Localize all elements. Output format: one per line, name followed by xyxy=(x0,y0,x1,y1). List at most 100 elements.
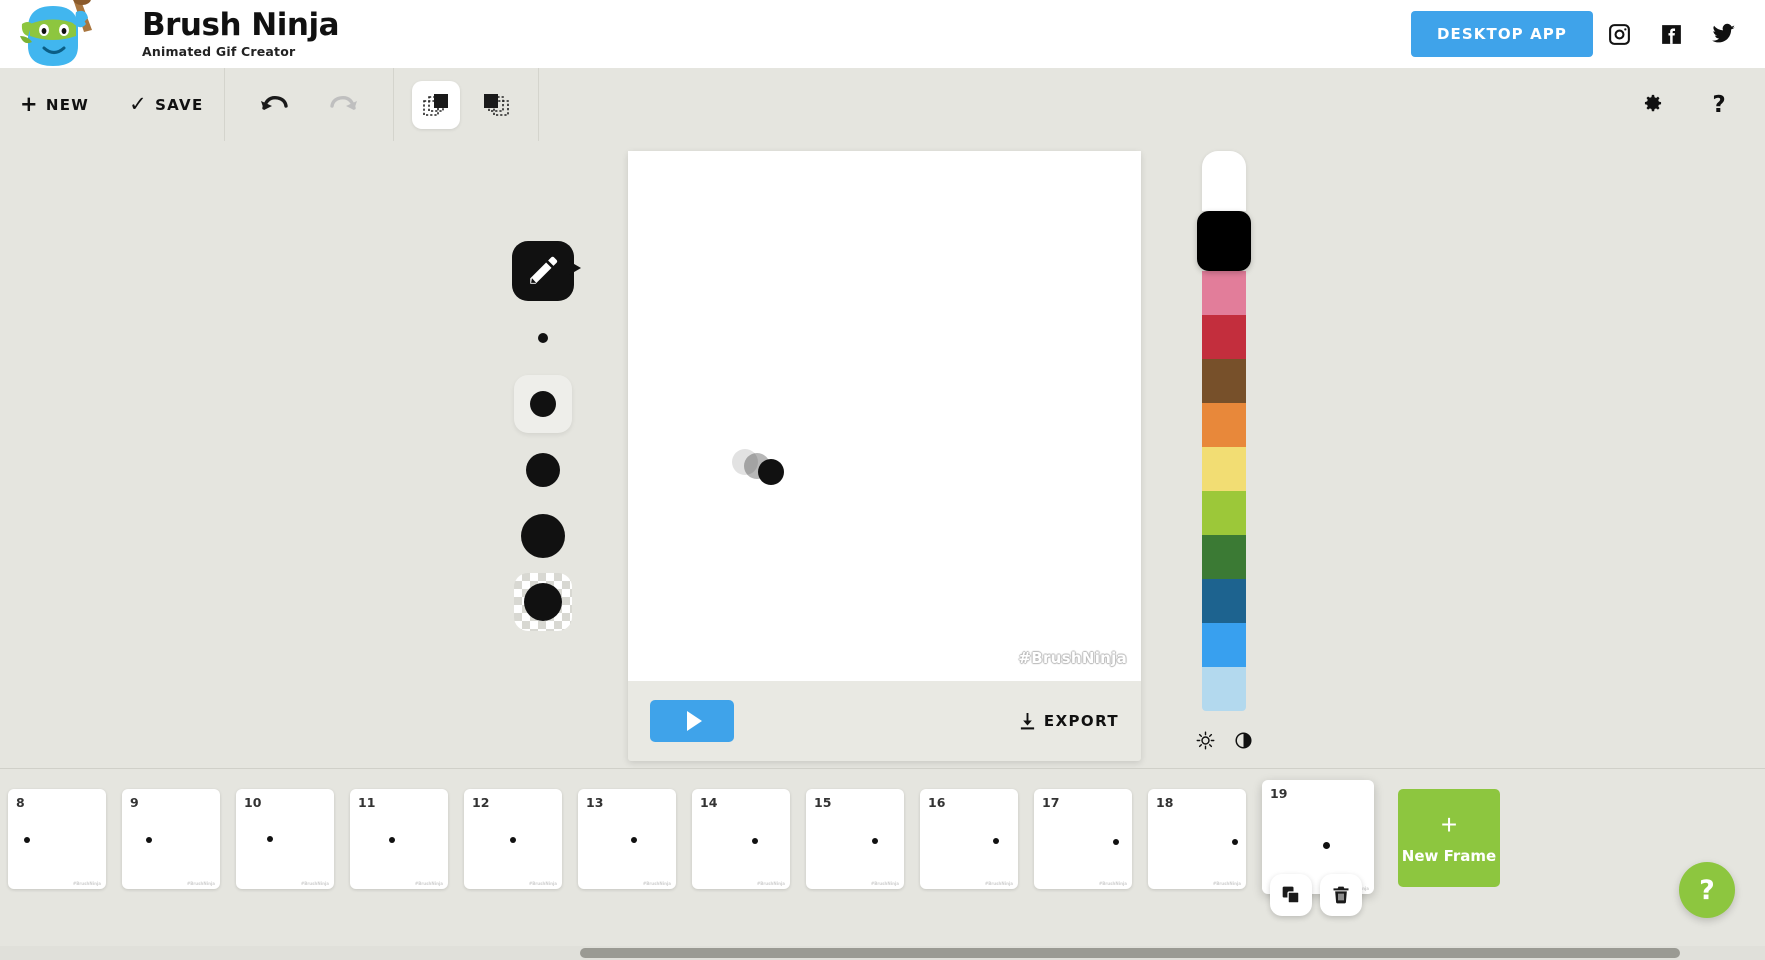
frame-watermark: #BrushNinja xyxy=(528,881,557,886)
instagram-icon[interactable] xyxy=(1593,0,1645,68)
frame-thumb[interactable]: 15 #BrushNinja xyxy=(806,789,904,889)
frame-thumb[interactable]: 17 #BrushNinja xyxy=(1034,789,1132,889)
color-white[interactable] xyxy=(1202,151,1246,211)
frame-stroke-dot xyxy=(1232,839,1238,845)
frame-number: 9 xyxy=(130,795,139,810)
color-tools xyxy=(1192,727,1256,753)
frame-thumb[interactable]: 18 #BrushNinja xyxy=(1148,789,1246,889)
frame-watermark: #BrushNinja xyxy=(72,881,101,886)
check-icon: ✓ xyxy=(129,92,149,116)
frame-thumb-active[interactable]: 19#BrushNinja xyxy=(1262,780,1374,916)
color-lime[interactable] xyxy=(1202,491,1246,535)
instagram-glyph xyxy=(1608,23,1630,45)
frame-stroke-dot xyxy=(389,837,395,843)
save-button-label: SAVE xyxy=(155,95,204,114)
color-pink[interactable] xyxy=(1202,271,1246,315)
brightness-icon[interactable] xyxy=(1192,727,1218,753)
twitter-icon[interactable] xyxy=(1697,0,1749,68)
frame-thumb[interactable]: 11 #BrushNinja xyxy=(350,789,448,889)
frame-thumb[interactable]: 14 #BrushNinja xyxy=(692,789,790,889)
frame-watermark: #BrushNinja xyxy=(756,881,785,886)
frame-number: 12 xyxy=(472,795,490,810)
frame-stroke-dot xyxy=(993,838,999,844)
twitter-glyph xyxy=(1711,23,1735,42)
onion-skin-group xyxy=(394,68,538,141)
plus-icon: + xyxy=(20,92,39,116)
color-yellow[interactable] xyxy=(1202,447,1246,491)
frame-actions xyxy=(1270,874,1362,916)
undo-button[interactable] xyxy=(249,81,297,129)
eraser-tool[interactable] xyxy=(514,573,572,631)
frames-bar: 8 #BrushNinja 9 #BrushNinja 10 #BrushNinja 11 #… xyxy=(0,768,1765,960)
scrollbar-thumb[interactable] xyxy=(580,948,1680,958)
color-blue[interactable] xyxy=(1202,623,1246,667)
frame-stroke-dot xyxy=(24,837,30,843)
delete-frame-button[interactable] xyxy=(1320,874,1362,916)
brush-tool[interactable] xyxy=(512,241,581,301)
color-lightblue[interactable] xyxy=(1202,667,1246,711)
file-actions-group: + NEW ✓ SAVE xyxy=(0,68,224,141)
frame-thumb[interactable]: 12 #BrushNinja xyxy=(464,789,562,889)
frames-track[interactable]: 8 #BrushNinja 9 #BrushNinja 10 #BrushNinja 11 #… xyxy=(0,769,1765,937)
frames-scrollbar[interactable] xyxy=(0,946,1765,960)
toolbar-right-group: ? xyxy=(1629,68,1765,141)
frame-number: 19 xyxy=(1270,786,1288,801)
onion-skin-before-button[interactable] xyxy=(411,80,460,129)
drawing-canvas[interactable]: #BrushNinja xyxy=(628,151,1141,681)
facebook-glyph xyxy=(1661,24,1681,44)
help-button[interactable]: ? xyxy=(1695,81,1743,129)
logo-wrap[interactable] xyxy=(0,0,118,68)
save-button[interactable]: ✓ SAVE xyxy=(109,80,223,130)
facebook-icon[interactable] xyxy=(1645,0,1697,68)
color-orange[interactable] xyxy=(1202,403,1246,447)
frame-thumb[interactable]: 8 #BrushNinja xyxy=(8,789,106,889)
workspace: #BrushNinja EXPORT xyxy=(0,141,1765,768)
frame-thumb[interactable]: 10 #BrushNinja xyxy=(236,789,334,889)
export-button[interactable]: EXPORT xyxy=(1019,712,1119,731)
site-header: Brush Ninja Animated Gif Creator DESKTOP… xyxy=(0,0,1765,68)
frame-number: 11 xyxy=(358,795,376,810)
color-green[interactable] xyxy=(1202,535,1246,579)
color-red[interactable] xyxy=(1202,315,1246,359)
frame-watermark: #BrushNinja xyxy=(1098,881,1127,886)
size-dot xyxy=(538,333,548,343)
frame-thumb[interactable]: 16 #BrushNinja xyxy=(920,789,1018,889)
color-brown[interactable] xyxy=(1202,359,1246,403)
onion-skin-before-icon xyxy=(422,93,448,116)
new-button[interactable]: + NEW xyxy=(0,80,109,130)
contrast-icon[interactable] xyxy=(1230,727,1256,753)
color-palette xyxy=(1196,151,1252,753)
desktop-app-button[interactable]: DESKTOP APP xyxy=(1410,11,1593,57)
download-icon xyxy=(1020,712,1035,729)
color-teal[interactable] xyxy=(1202,579,1246,623)
frame-watermark: #BrushNinja xyxy=(984,881,1013,886)
duplicate-frame-button[interactable] xyxy=(1270,874,1312,916)
settings-button[interactable] xyxy=(1629,81,1677,129)
frame-stroke-dot xyxy=(872,838,878,844)
brand-subtitle: Animated Gif Creator xyxy=(142,44,296,60)
new-frame-button[interactable]: + New Frame xyxy=(1398,789,1500,887)
play-button[interactable] xyxy=(650,700,734,742)
brush-size-medium[interactable] xyxy=(514,441,572,499)
brush-size-large[interactable] xyxy=(514,507,572,565)
main-toolbar: + NEW ✓ SAVE ? xyxy=(0,68,1765,141)
size-dot xyxy=(530,391,556,417)
frame-watermark: #BrushNinja xyxy=(1212,881,1241,886)
pencil-icon xyxy=(530,256,558,284)
color-black[interactable] xyxy=(1197,211,1251,271)
help-fab[interactable]: ? xyxy=(1679,862,1735,918)
brush-size-tiny[interactable] xyxy=(514,309,572,367)
onion-skin-after-button[interactable] xyxy=(472,81,520,129)
frame-number: 8 xyxy=(16,795,25,810)
redo-button[interactable] xyxy=(321,81,369,129)
export-label: EXPORT xyxy=(1043,712,1119,730)
frame-thumb[interactable]: 9 #BrushNinja xyxy=(122,789,220,889)
frame-thumb[interactable]: 13 #BrushNinja xyxy=(578,789,676,889)
new-frame-label: New Frame xyxy=(1401,847,1497,865)
brush-size-small[interactable] xyxy=(514,375,572,433)
frame-number: 16 xyxy=(928,795,946,810)
gear-icon xyxy=(1644,94,1662,111)
size-dot xyxy=(526,453,560,487)
frame-stroke-dot xyxy=(1323,842,1330,849)
redo-arrow-icon xyxy=(329,95,357,110)
